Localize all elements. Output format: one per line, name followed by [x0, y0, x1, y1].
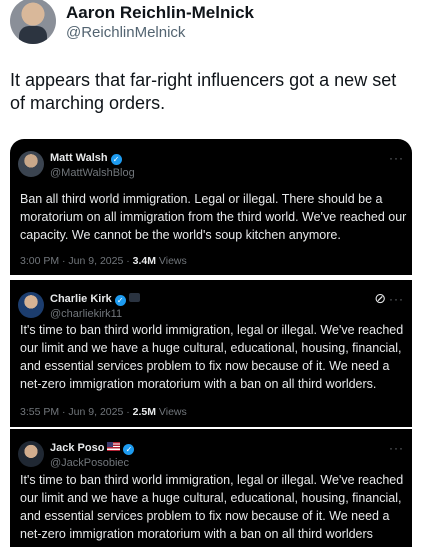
quoted-post-text: It's time to ban third world immigration… — [20, 323, 404, 391]
quoted-post-card[interactable]: Matt Walsh ✓ @MattWalshBlog ··· Ban all t… — [10, 139, 412, 275]
quoted-author-name[interactable]: Matt Walsh ✓ — [50, 152, 122, 165]
post-meta: 3:00 PM · Jun 9, 2025 · 3.4M Views — [20, 255, 187, 267]
avatar[interactable] — [18, 151, 44, 177]
quoted-author-handle[interactable]: @JackPosobiec — [50, 457, 129, 469]
us-flag-icon — [107, 442, 121, 451]
verified-badge-icon: ✓ — [110, 154, 122, 165]
name-text: Matt Walsh — [50, 152, 108, 164]
quoted-post-card[interactable]: Jack Poso ✓ @JackPosobiec ··· It's time t… — [10, 429, 412, 547]
quoted-post-card[interactable]: Charlie Kirk ✓ @charliekirk11 ⊘ ··· It's … — [10, 280, 412, 427]
quoted-post-text: It's time to ban third world immigration… — [20, 473, 404, 541]
post-header: Aaron Reichlin-Melnick @ReichlinMelnick — [10, 0, 410, 46]
timestamp[interactable]: 3:00 PM · Jun 9, 2025 · — [20, 255, 133, 267]
quoted-author-handle[interactable]: @charliekirk11 — [50, 308, 122, 320]
timestamp[interactable]: 3:55 PM · Jun 9, 2025 · — [20, 406, 133, 418]
quoted-post-text: Ban all third world immigration. Legal o… — [20, 192, 407, 242]
views-label: Views — [156, 255, 187, 267]
quoted-author-name[interactable]: Jack Poso ✓ — [50, 442, 135, 455]
affiliate-badge-icon — [128, 293, 140, 302]
author-handle[interactable]: @ReichlinMelnick — [66, 24, 185, 41]
verified-badge-icon: ✓ — [123, 444, 135, 455]
name-text: Jack Poso — [50, 442, 105, 454]
author-name[interactable]: Aaron Reichlin-Melnick — [66, 3, 254, 23]
verified-badge-icon: ✓ — [114, 295, 126, 306]
more-options-icon[interactable]: ··· — [389, 441, 404, 455]
post-meta: 3:55 PM · Jun 9, 2025 · 2.5M Views — [20, 406, 187, 418]
more-options-icon[interactable]: ··· — [389, 151, 404, 165]
avatar[interactable] — [18, 441, 44, 467]
name-text: Charlie Kirk — [50, 293, 112, 305]
quoted-author-handle[interactable]: @MattWalshBlog — [50, 167, 135, 179]
grok-icon[interactable]: ⊘ — [374, 290, 386, 307]
view-count: 2.5M — [132, 406, 156, 418]
author-avatar[interactable] — [10, 0, 56, 44]
quoted-author-name[interactable]: Charlie Kirk ✓ — [50, 293, 140, 306]
views-label: Views — [156, 406, 187, 418]
avatar[interactable] — [18, 292, 44, 318]
view-count: 3.4M — [132, 255, 156, 267]
more-options-icon[interactable]: ··· — [389, 292, 404, 306]
post-text: It appears that far-right influencers go… — [10, 70, 397, 113]
